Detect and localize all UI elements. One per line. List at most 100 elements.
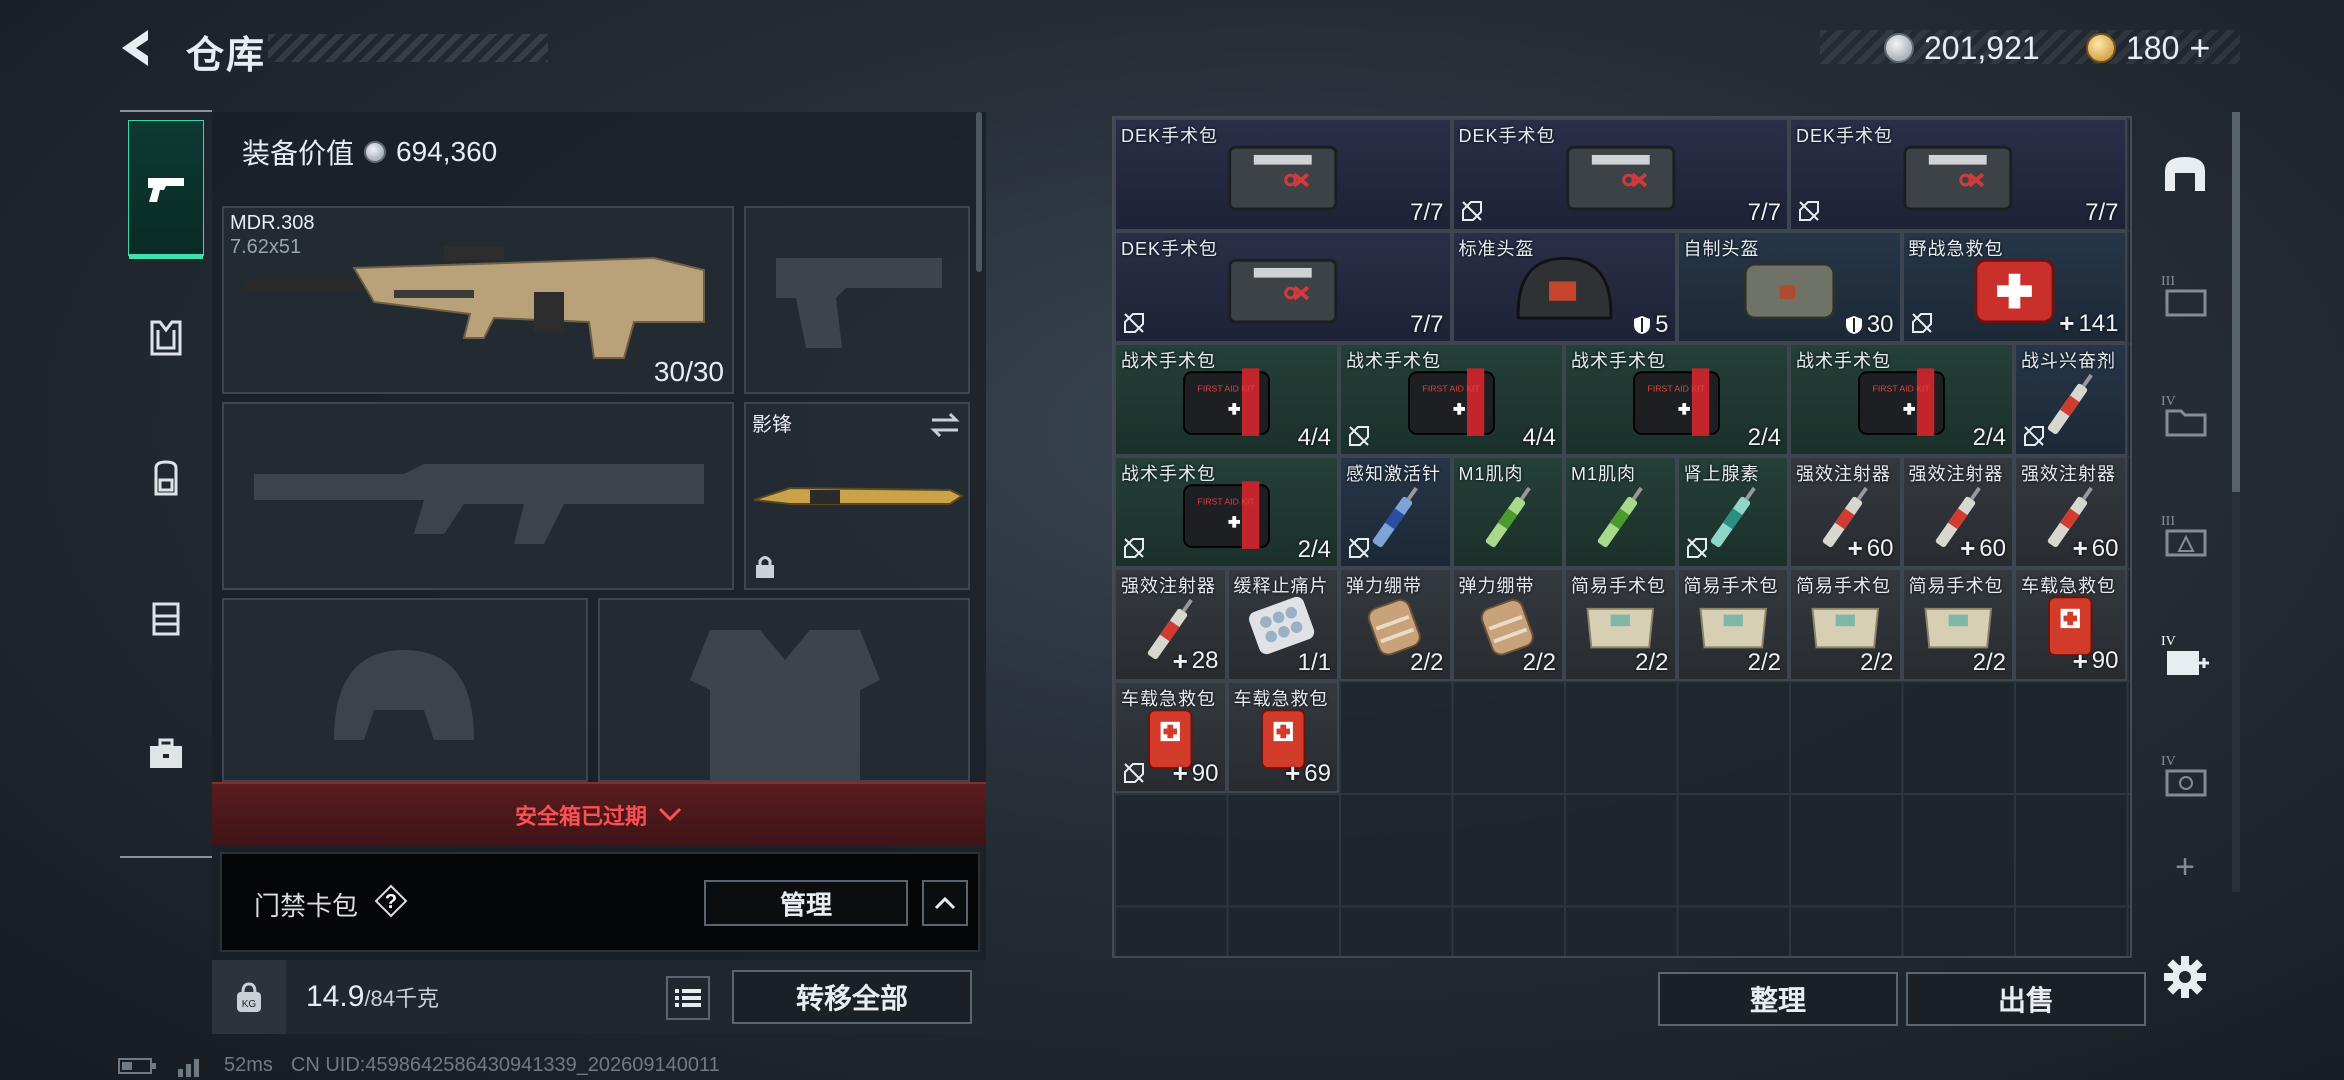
sidearm-slot[interactable] [744,206,970,394]
item-count-group: +90 [1173,758,1219,789]
storage-item[interactable]: 强效注射器 +60 [1901,455,2014,568]
storage-tab-4a[interactable]: IV [2148,362,2222,472]
item-count: 2/2 [1410,648,1444,676]
storage-item[interactable]: 肾上腺素 [1676,455,1789,568]
storage-item[interactable]: DEK手术包 7/7 [1789,118,2127,231]
tab-armor[interactable] [128,270,204,406]
svg-text:IV: IV [2161,634,2176,649]
item-name: 车载急救包 [2021,576,2116,596]
storage-item[interactable]: M1肌肉 [1451,455,1564,568]
storage-item[interactable]: DEK手术包 7/7 [1451,118,1789,231]
storage-item[interactable]: FIRST AID KIT 战术手术包 2/4 [1564,343,1789,456]
storage-item[interactable]: 强效注射器 +28 [1114,568,1227,681]
item-name: DEK手术包 [1121,126,1219,146]
storage-item[interactable]: DEK手术包 7/7 [1114,118,1452,231]
item-count-group: 2/4 [1973,424,2006,452]
body-armor-slot[interactable] [598,598,970,782]
storage-tab-main[interactable] [2148,122,2222,232]
melee-slot[interactable]: 影锋 [744,402,970,590]
storage-item[interactable]: 感知激活针 [1339,455,1452,568]
svg-text:?: ? [385,891,397,913]
storage-item[interactable]: 强效注射器 +60 [2014,455,2127,568]
item-count-group: 5 [1633,311,1669,339]
loadout-panel: 装备价值 694,360 MDR.308 7.62x51 30/30 影锋 安全… [212,112,986,1034]
back-arrow-icon[interactable] [112,22,164,74]
storage-tab-4b[interactable]: IV [2148,722,2222,832]
storage-item[interactable]: FIRST AID KIT 战术手术包 2/4 [1114,455,1339,568]
list-view-button[interactable] [666,976,710,1020]
rail-scroll-thumb[interactable] [2232,112,2240,492]
equip-value-amount: 694,360 [396,136,498,167]
storage-item[interactable]: 强效注射器 +60 [1789,455,1902,568]
storage-item[interactable]: 弹力绷带 2/2 [1451,568,1564,681]
loadout-scrollbar[interactable] [976,112,982,272]
sort-button[interactable]: 整理 [1658,972,1898,1026]
storage-item[interactable]: 野战急救包 +141 [1901,230,2127,343]
settings-gear-icon[interactable] [2162,954,2208,1000]
vest-silhouette-icon [690,630,880,780]
storage-item[interactable]: 车载急救包 +90 [2014,568,2127,681]
storage-item[interactable]: DEK手术包 7/7 [1114,230,1452,343]
item-count: 2/2 [1860,648,1894,676]
storage-item[interactable]: FIRST AID KIT 战术手术包 2/4 [1789,343,2014,456]
tab-backpack[interactable] [128,410,204,546]
storage-tab-3b[interactable]: III [2148,482,2222,592]
swap-icon[interactable] [928,410,962,440]
tab-case[interactable] [128,686,204,822]
storage-item[interactable]: 简易手术包 2/2 [1789,568,1902,681]
item-count-group: 2/2 [1410,649,1443,677]
primary-weapon-slot[interactable]: MDR.308 7.62x51 30/30 [222,206,734,394]
storage-tab-medical[interactable]: IV [2148,602,2222,712]
rifle-silhouette-icon [254,464,704,544]
storage-item[interactable]: 标准头盔 5 [1451,230,1677,343]
storage-item[interactable]: 战斗兴奋剂 [2014,343,2127,456]
storage-item[interactable]: 弹力绷带 2/2 [1339,568,1452,681]
storage-item[interactable]: FIRST AID KIT 战术手术包 4/4 [1114,343,1339,456]
item-count-group: +60 [1960,533,2006,564]
manage-button[interactable]: 管理 [704,880,908,926]
item-count-group: 2/2 [1973,649,2006,677]
storage-tab-3a[interactable]: III [2148,242,2222,352]
gold-currency[interactable]: 180 + [2086,24,2210,72]
top-bar: 仓库 201,921 180 + [0,0,2344,100]
storage-item[interactable]: FIRST AID KIT 战术手术包 4/4 [1339,343,1564,456]
transfer-all-button[interactable]: 转移全部 [732,970,972,1024]
weight-readout: 14.9/84千克 [306,980,439,1014]
sell-button[interactable]: 出售 [1906,972,2146,1026]
add-storage-button[interactable]: + [2148,842,2222,892]
item-name: 强效注射器 [1796,463,1891,484]
help-icon[interactable]: ? [374,884,408,918]
secondary-weapon-slot[interactable] [222,402,734,590]
storage-item[interactable]: 缓释止痛片 1/1 [1226,568,1339,681]
item-count: 2/2 [1522,648,1556,676]
chest-rig-icon [152,602,180,636]
storage-item[interactable]: 车载急救包 +69 [1226,680,1339,793]
item-name: M1肌肉 [1458,463,1524,484]
storage-item[interactable]: 车载急救包 +90 [1114,680,1227,793]
item-count-group: 4/4 [1298,424,1331,452]
item-name: 强效注射器 [2021,463,2116,484]
item-name: 车载急救包 [1121,688,1216,709]
safe-box-expired-banner[interactable]: 安全箱已过期 [212,782,986,846]
item-count: 28 [1191,647,1219,674]
storage-item[interactable]: 简易手术包 2/2 [1676,568,1789,681]
item-count-group: 30 [1845,311,1894,339]
ping-text: 52ms [224,1054,273,1076]
tab-weapons[interactable] [128,120,204,259]
ammo-count: 30/30 [653,356,724,387]
storage-item[interactable]: 自制头盔 30 [1676,230,1902,343]
storage-item[interactable]: M1肌肉 [1564,455,1677,568]
collapse-button[interactable] [922,880,968,926]
item-count: 30 [1866,311,1894,338]
item-name: 战术手术包 [1571,351,1666,371]
title-decoration [268,34,548,62]
item-name: DEK手术包 [1121,238,1219,259]
tab-rig[interactable] [128,550,204,686]
add-currency-icon[interactable]: + [2189,27,2210,69]
storage-item[interactable]: 简易手术包 2/2 [1564,568,1677,681]
storage-item[interactable]: 简易手术包 2/2 [1901,568,2014,681]
helmet-slot[interactable] [222,598,588,782]
unmarked-tag-icon [2024,425,2044,446]
item-name: 简易手术包 [1683,576,1779,596]
briefcase-icon [150,738,182,768]
